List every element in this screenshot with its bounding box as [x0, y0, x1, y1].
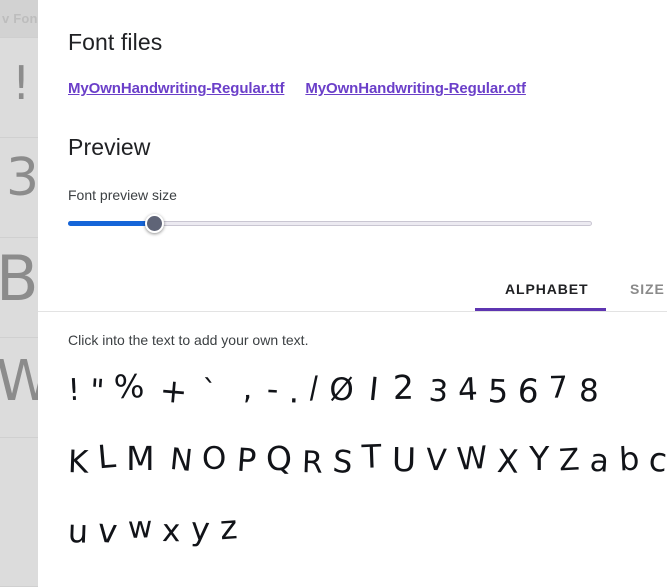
font-file-link-ttf[interactable]: MyOwnHandwriting-Regular.ttf	[68, 80, 284, 97]
background-glyph-preview: W	[0, 354, 38, 410]
font-sample-row: u v w x y z	[68, 507, 239, 552]
slider-fill	[68, 221, 152, 226]
preview-heading: Preview	[68, 134, 151, 160]
slider-thumb[interactable]	[145, 214, 164, 233]
font-sample-row: K L M N O P Q R S T U V W X Y Z a b c	[68, 436, 667, 482]
font-detail-screen: v Fon ! 3 BW Font files MyOwnHandwriting-R…	[0, 0, 667, 587]
background-list-header: v Fon	[0, 0, 38, 38]
background-list-item[interactable]: 3	[0, 138, 38, 238]
background-glyph-preview: !	[12, 56, 31, 110]
background-list-item[interactable]	[0, 438, 38, 587]
font-detail-panel: Font files MyOwnHandwriting-Regular.ttf M…	[38, 0, 667, 587]
background-list-header-label: v Fon	[2, 11, 38, 26]
background-font-list: v Fon ! 3 BW	[0, 0, 38, 587]
preview-hint-text: Click into the text to add your own text…	[68, 332, 309, 348]
font-files-heading: Font files	[68, 29, 163, 55]
background-list-item[interactable]: B	[0, 238, 38, 338]
background-list-item[interactable]: W	[0, 338, 38, 438]
active-tab-indicator	[475, 308, 606, 311]
tab-alphabet[interactable]: ALPHABET	[505, 281, 588, 297]
font-files-list: MyOwnHandwriting-Regular.ttf MyOwnHandwri…	[68, 80, 547, 98]
font-preview-size-slider[interactable]	[68, 214, 592, 234]
font-sample-row: ! " % + ` , - . / Ø I 2 3 4 5 6 7 8	[68, 367, 599, 412]
font-preview-canvas[interactable]: ! " % + ` , - . / Ø I 2 3 4 5 6 7 8 K L M…	[68, 360, 667, 587]
background-glyph-preview: 3	[6, 148, 38, 208]
background-list-item[interactable]: !	[0, 38, 38, 138]
font-file-link-otf[interactable]: MyOwnHandwriting-Regular.otf	[305, 80, 526, 97]
background-glyph-preview: B	[0, 248, 38, 310]
tab-size-com[interactable]: SIZE COM	[630, 281, 667, 297]
font-preview-size-label: Font preview size	[68, 187, 177, 203]
preview-tab-bar: ALPHABET SIZE COM	[38, 270, 667, 312]
